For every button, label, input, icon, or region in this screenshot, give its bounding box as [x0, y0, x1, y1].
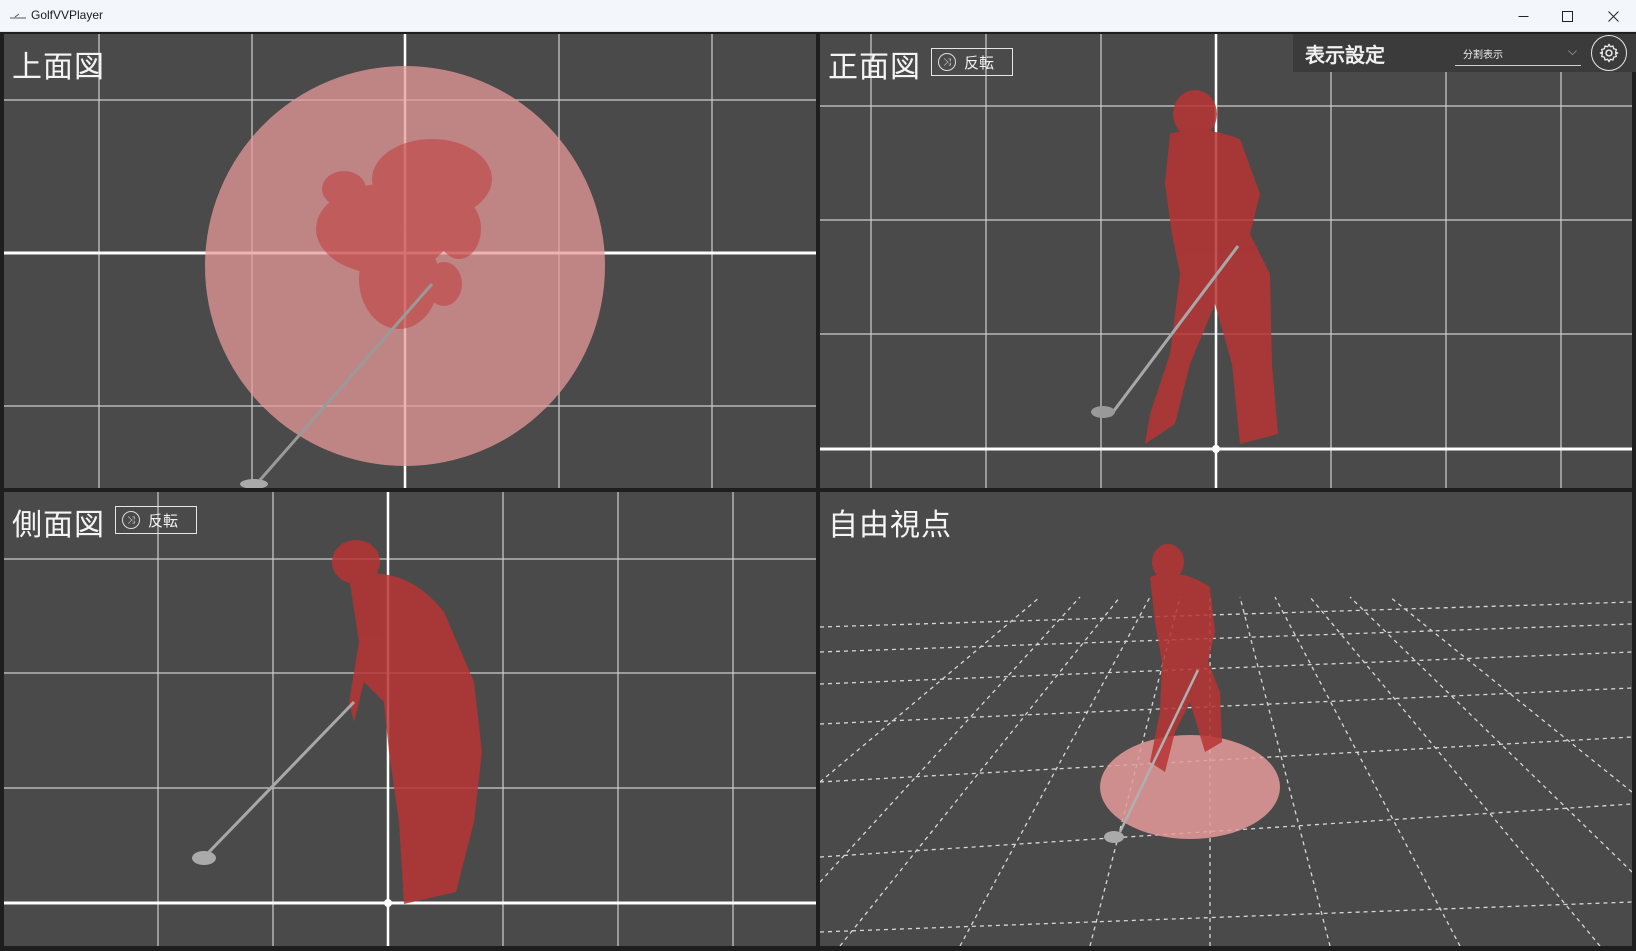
- app-logo-icon: [10, 13, 26, 19]
- settings-title: 表示設定: [1305, 43, 1385, 67]
- top-view-viewport[interactable]: 上面図: [4, 34, 816, 488]
- club-head: [1104, 831, 1124, 843]
- side-view-scene: [4, 492, 816, 946]
- front-flip-button[interactable]: ⤨ 反転: [931, 48, 1013, 76]
- shuffle-icon: ⤨: [122, 511, 140, 529]
- front-flip-label: 反転: [964, 53, 995, 72]
- title-bar: GolfVVPlayer: [0, 0, 1636, 32]
- side-view-viewport[interactable]: 側面図 ⤨ 反転: [4, 492, 816, 946]
- top-view-label: 上面図: [12, 50, 105, 85]
- close-icon: [1607, 10, 1619, 22]
- front-view-scene: [820, 34, 1632, 488]
- display-mode-value: 分割表示: [1463, 50, 1503, 61]
- maximize-icon: [1561, 10, 1573, 22]
- minimize-icon: [1518, 15, 1528, 17]
- free-view-scene: [820, 544, 1632, 946]
- front-view-viewport[interactable]: 正面図 ⤨ 反転: [820, 34, 1632, 488]
- shuffle-icon: ⤨: [938, 53, 956, 71]
- display-mode-select[interactable]: 分割表示 ⌵: [1455, 39, 1581, 66]
- display-settings-panel: 表示設定 分割表示 ⌵: [1293, 34, 1636, 72]
- front-view-label: 正面図: [828, 50, 921, 85]
- club-head: [240, 479, 268, 488]
- close-button[interactable]: [1590, 0, 1636, 32]
- settings-gear-button[interactable]: [1591, 35, 1627, 71]
- free-view-viewport[interactable]: 自由視点: [820, 492, 1632, 946]
- golfer-front-figure: [1145, 90, 1278, 444]
- top-view-scene: [4, 34, 816, 488]
- chevron-down-icon: ⌵: [1567, 44, 1577, 58]
- origin-marker: [384, 899, 392, 907]
- window-title: GolfVVPlayer: [31, 8, 104, 22]
- side-flip-button[interactable]: ⤨ 反転: [115, 506, 197, 534]
- maximize-button[interactable]: [1544, 0, 1590, 32]
- golf-club: [207, 700, 356, 854]
- golfer-side-figure: [332, 540, 482, 904]
- balance-circle: [1100, 735, 1280, 839]
- side-view-label: 側面図: [12, 508, 105, 543]
- club-head: [192, 851, 216, 865]
- gear-icon: [1599, 43, 1619, 63]
- side-flip-label: 反転: [148, 511, 179, 530]
- club-head: [1091, 406, 1115, 418]
- minimize-button[interactable]: [1500, 0, 1546, 32]
- origin-marker: [1212, 445, 1220, 453]
- free-view-label: 自由視点: [828, 508, 952, 543]
